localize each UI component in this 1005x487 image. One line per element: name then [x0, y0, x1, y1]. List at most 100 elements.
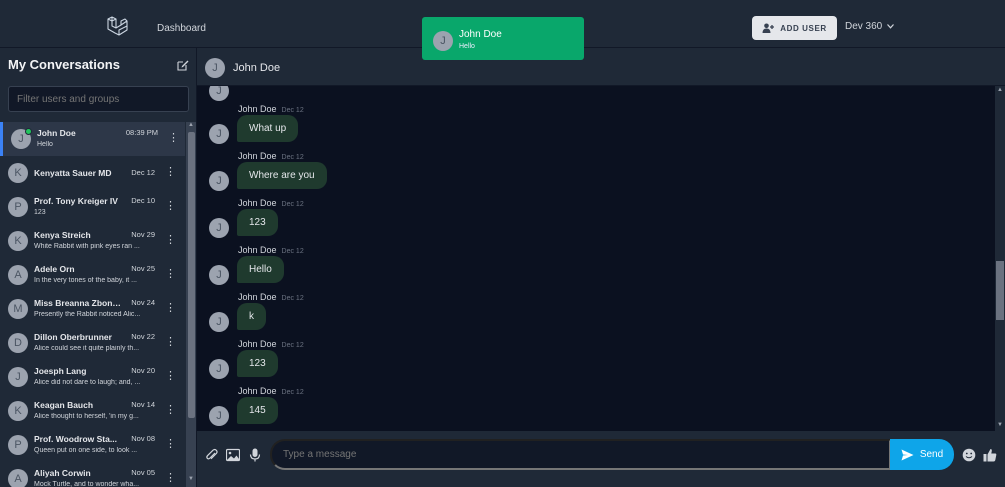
- scroll-down-arrow-icon[interactable]: ▼: [997, 422, 1003, 428]
- conversation-avatar: D: [8, 333, 28, 353]
- image-icon[interactable]: [226, 448, 240, 462]
- message-bubble[interactable]: What up: [237, 115, 299, 142]
- scrollbar-thumb[interactable]: [188, 132, 195, 418]
- more-options-icon[interactable]: ⋮: [165, 165, 176, 179]
- message-date: Dec 12: [281, 342, 304, 349]
- conversation-preview: Hello: [37, 141, 53, 148]
- conversation-avatar: K: [8, 163, 28, 183]
- message-sender-name: John Doe: [238, 198, 277, 208]
- conversation-time: 08:39 PM: [125, 128, 158, 137]
- conversation-item[interactable]: A Adele Orn Nov 25 In the very tones of the…: [0, 258, 185, 292]
- more-options-icon[interactable]: ⋮: [165, 199, 176, 213]
- more-options-icon[interactable]: ⋮: [165, 301, 176, 315]
- message-sender: John Doe Dec 12: [238, 339, 304, 349]
- message-sender: John Doe Dec 12: [238, 386, 304, 396]
- user-menu-dropdown[interactable]: Dev 360: [845, 21, 895, 32]
- more-options-icon[interactable]: ⋮: [165, 369, 176, 383]
- conversation-item[interactable]: D Dillon Oberbrunner Nov 22 Alice could see…: [0, 326, 185, 360]
- message-sender-name: John Doe: [238, 245, 277, 255]
- conversation-time: Nov 14: [131, 400, 155, 409]
- conversation-name: Joesph Lang: [34, 366, 87, 376]
- conversation-item[interactable]: A Aliyah Corwin Nov 05 Mock Turtle, and to …: [0, 462, 185, 487]
- chat-header-avatar: J: [205, 58, 225, 78]
- more-options-icon[interactable]: ⋮: [165, 335, 176, 349]
- message-bubble[interactable]: Where are you: [237, 162, 327, 189]
- conversation-item[interactable]: K Kenya Streich Nov 29 White Rabbit with pi…: [0, 224, 185, 258]
- sidebar-title: My Conversations: [8, 57, 120, 72]
- conversation-name: Prof. Woodrow Sta...: [34, 434, 117, 444]
- toast-avatar: J: [433, 31, 453, 51]
- conversation-time: Dec 12: [131, 168, 155, 177]
- conversation-avatar: P: [8, 435, 28, 455]
- emoji-icon[interactable]: [962, 448, 976, 462]
- conversation-avatar: J: [8, 367, 28, 387]
- message-bubble[interactable]: 145: [237, 397, 278, 424]
- message-bubble[interactable]: 123: [237, 350, 278, 377]
- microphone-icon[interactable]: [248, 448, 262, 462]
- conversation-time: Nov 24: [131, 298, 155, 307]
- message-input[interactable]: [270, 439, 891, 470]
- conversation-list: J John Doe 08:39 PM Hello ⋮ K Kenyatta Sauer M…: [0, 122, 185, 487]
- chat-header-name: John Doe: [233, 62, 281, 74]
- conversations-sidebar: My Conversations J John Doe 08:39 PM Hello ⋮…: [0, 48, 197, 487]
- message-avatar: J: [209, 312, 229, 332]
- message-sender-name: John Doe: [238, 104, 277, 114]
- send-button[interactable]: Send: [890, 439, 954, 470]
- scroll-up-arrow-icon[interactable]: ▲: [997, 87, 1003, 93]
- conversation-name: John Doe: [37, 128, 76, 138]
- thumbs-up-icon[interactable]: [983, 448, 997, 462]
- conversation-preview: Alice did not dare to laugh; and, ...: [34, 379, 141, 386]
- conversation-name: Kenya Streich: [34, 230, 91, 240]
- add-user-button[interactable]: ADD USER: [752, 16, 837, 40]
- more-options-icon[interactable]: ⋮: [165, 267, 176, 281]
- more-options-icon[interactable]: ⋮: [165, 471, 176, 485]
- conversation-avatar: K: [8, 231, 28, 251]
- conversation-preview: Alice thought to herself, 'in my g...: [34, 413, 139, 420]
- chevron-down-icon: [887, 24, 895, 29]
- new-message-toast[interactable]: J John Doe Hello: [422, 17, 584, 60]
- more-options-icon[interactable]: ⋮: [165, 437, 176, 451]
- nav-dashboard-link[interactable]: Dashboard: [157, 23, 206, 34]
- message-sender: John Doe Dec 12: [238, 198, 304, 208]
- message-avatar: J: [209, 124, 229, 144]
- add-user-label: ADD USER: [780, 23, 827, 33]
- conversation-item[interactable]: P Prof. Woodrow Sta... Nov 08 Queen put on …: [0, 428, 185, 462]
- scroll-up-arrow-icon[interactable]: ▲: [188, 122, 194, 128]
- conversation-item[interactable]: J John Doe 08:39 PM Hello ⋮: [0, 122, 185, 156]
- conversation-name: Keagan Bauch: [34, 400, 94, 410]
- laravel-logo-icon[interactable]: [106, 15, 128, 37]
- conversation-time: Nov 05: [131, 468, 155, 477]
- message-bubble[interactable]: 123: [237, 209, 278, 236]
- edit-icon[interactable]: [177, 59, 189, 71]
- scrollbar-thumb[interactable]: [996, 261, 1004, 320]
- attachment-icon[interactable]: [205, 448, 219, 462]
- message-date: Dec 12: [281, 389, 304, 396]
- message-composer: Send: [197, 431, 1005, 487]
- sidebar-scrollbar[interactable]: ▲ ▼: [186, 122, 196, 487]
- more-options-icon[interactable]: ⋮: [165, 403, 176, 417]
- conversation-item[interactable]: P Prof. Tony Kreiger IV Dec 10 123 ⋮: [0, 190, 185, 224]
- send-label: Send: [919, 449, 944, 460]
- conversation-item[interactable]: M Miss Breanna Zbonc... Nov 24 Presently th…: [0, 292, 185, 326]
- more-options-icon[interactable]: ⋮: [165, 233, 176, 247]
- message-sender: John Doe Dec 12: [238, 292, 304, 302]
- more-options-icon[interactable]: ⋮: [168, 131, 179, 145]
- message-avatar: J: [209, 359, 229, 379]
- conversation-item[interactable]: K Keagan Bauch Nov 14 Alice thought to hers…: [0, 394, 185, 428]
- message-avatar: J: [209, 218, 229, 238]
- conversation-item[interactable]: J Joesph Lang Nov 20 Alice did not dare to …: [0, 360, 185, 394]
- conversation-time: Dec 10: [131, 196, 155, 205]
- conversation-name: Adele Orn: [34, 264, 75, 274]
- message-date: Dec 12: [281, 201, 304, 208]
- filter-users-input[interactable]: [8, 86, 189, 112]
- scroll-down-arrow-icon[interactable]: ▼: [188, 476, 194, 482]
- conversation-item[interactable]: K Kenyatta Sauer MD Dec 12 ⋮: [0, 156, 185, 190]
- message-sender: John Doe Dec 12: [238, 245, 304, 255]
- message-bubble[interactable]: k: [237, 303, 266, 330]
- message-sender: John Doe Dec 12: [238, 104, 304, 114]
- conversation-avatar: A: [8, 469, 28, 487]
- messages-scrollbar[interactable]: ▲ ▼: [995, 86, 1005, 431]
- conversation-preview: Queen put on one side, to look ...: [34, 447, 138, 454]
- message-date: Dec 12: [281, 295, 304, 302]
- message-bubble[interactable]: Hello: [237, 256, 284, 283]
